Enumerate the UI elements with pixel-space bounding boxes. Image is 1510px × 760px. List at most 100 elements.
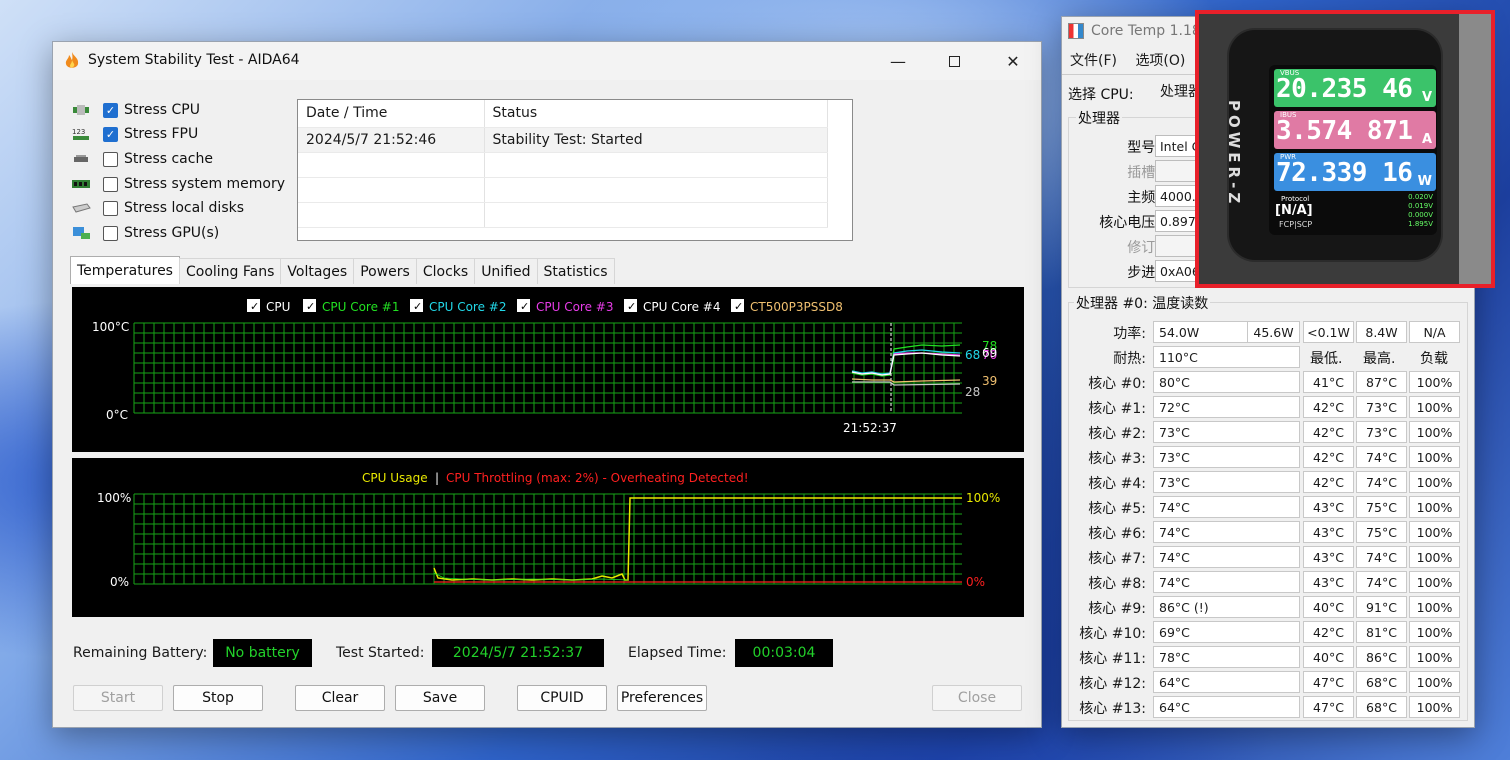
stress-disks-checkbox[interactable] (103, 200, 118, 216)
cache-chip-icon (74, 155, 88, 162)
stress-memory-checkbox[interactable] (103, 176, 118, 192)
disk-drive-icon (72, 203, 91, 213)
stress-fpu-checkbox[interactable]: ✓ (103, 126, 118, 142)
tab-voltages[interactable]: Voltages (280, 258, 355, 284)
stress-memory-label: Stress system memory (124, 176, 286, 192)
legend-core3[interactable]: ✓ CPU Core #3 (517, 299, 614, 314)
stress-memory-option[interactable]: Stress system memory (71, 173, 285, 195)
stress-fpu-option[interactable]: 123 ✓ Stress FPU (71, 123, 198, 145)
table-row (298, 202, 828, 228)
core-load: 100% (1409, 396, 1460, 418)
temp-y-max-label: 100°C (92, 320, 129, 334)
aida64-stability-window: System Stability Test - AIDA64 — ✕ ✓ Str… (52, 41, 1042, 728)
clear-button[interactable]: Clear (295, 685, 385, 711)
menu-file[interactable]: 文件(F) (1070, 53, 1117, 69)
revision-label: 修订: (1127, 240, 1160, 256)
table-row (298, 177, 828, 203)
temp-readouts: 78 68 70 69 39 28 (965, 339, 997, 399)
core-max: 86°C (1356, 646, 1407, 668)
power-uncore: <0.1W (1303, 321, 1354, 343)
coretemp-menu-bar: 文件(F) 选项(O) (1070, 50, 1199, 70)
power-cores: 45.6W (1247, 321, 1300, 343)
title-bar[interactable]: System Stability Test - AIDA64 — ✕ (53, 42, 1041, 80)
temperature-graph-svg: ✓ CPU ✓ CPU Core #1 ✓ CPU Core #2 ✓ CPU Core… (92, 299, 997, 435)
core-load: 100% (1409, 471, 1460, 493)
elapsed-time-value: 00:03:04 (735, 639, 833, 667)
core-voltage-label: 核心电压: (1099, 215, 1160, 231)
stress-cpu-option[interactable]: ✓ Stress CPU (71, 99, 200, 121)
socket-label: 插槽: (1127, 165, 1160, 181)
stress-cache-option[interactable]: Stress cache (71, 148, 213, 170)
core-temp: 80°C (1153, 371, 1300, 393)
cpu-usage-line (433, 497, 962, 581)
aida64-flame-icon (65, 52, 79, 68)
menu-options[interactable]: 选项(O) (1135, 53, 1185, 69)
protocol-sub: FCP|SCP (1279, 220, 1313, 229)
date-time-header[interactable]: Date / Time (298, 100, 485, 128)
core-temp: 73°C (1153, 446, 1300, 468)
line-voltages: 0.020V 0.019V 0.000V 1.895V (1391, 193, 1433, 229)
max-column-header: 最高. (1363, 351, 1396, 367)
stress-disks-option[interactable]: Stress local disks (71, 197, 244, 219)
stress-gpu-option[interactable]: Stress GPU(s) (71, 222, 219, 244)
table-row[interactable]: 2024/5/7 21:52:46 Stability Test: Starte… (298, 127, 828, 153)
window-title: System Stability Test - AIDA64 (88, 52, 300, 68)
cc1-voltage: 0.000V (1408, 211, 1433, 219)
core-load: 100% (1409, 696, 1460, 718)
power-z-brand: POWER-Z (1225, 100, 1243, 208)
core-load: 100% (1409, 571, 1460, 593)
core-max: 91°C (1356, 596, 1407, 618)
legend-core2[interactable]: ✓ CPU Core #2 (410, 299, 507, 314)
power-package: 54.0W (1153, 321, 1248, 343)
legend-cpu[interactable]: ✓ CPU (247, 299, 290, 314)
stress-cpu-checkbox[interactable]: ✓ (103, 102, 118, 118)
processor-group-label: 处理器 (1076, 108, 1122, 128)
close-window-button[interactable]: ✕ (990, 42, 1036, 80)
tab-statistics[interactable]: Statistics (536, 258, 615, 284)
preferences-button[interactable]: Preferences (617, 685, 707, 711)
tab-clocks[interactable]: Clocks (415, 258, 476, 284)
cpuid-button[interactable]: CPUID (517, 685, 607, 711)
stress-cache-checkbox[interactable] (103, 151, 118, 167)
tab-unified[interactable]: Unified (474, 258, 538, 284)
stress-cpu-label: Stress CPU (124, 102, 200, 118)
min-column-header: 最低. (1310, 351, 1343, 367)
minimize-button[interactable]: — (875, 42, 921, 80)
core-max: 68°C (1356, 671, 1407, 693)
stop-button[interactable]: Stop (173, 685, 263, 711)
event-log-table[interactable]: Date / Time Status 2024/5/7 21:52:46 Sta… (297, 99, 853, 241)
legend-ssd-label: CT500P3PSSD8 (750, 300, 843, 314)
readings-group-label: 处理器 #0: 温度读数 (1074, 293, 1211, 313)
legend-ssd[interactable]: ✓ CT500P3PSSD8 (731, 299, 843, 314)
photo-background (1459, 14, 1491, 284)
stress-gpu-label: Stress GPU(s) (124, 225, 220, 241)
core-label: 核心 #12: (1079, 676, 1146, 692)
legend-core4-label: CPU Core #4 (643, 300, 721, 314)
core-label: 核心 #1: (1088, 401, 1146, 417)
legend-core1[interactable]: ✓ CPU Core #1 (303, 299, 400, 314)
save-button[interactable]: Save (395, 685, 485, 711)
core-load: 100% (1409, 646, 1460, 668)
protocol-value: [N/A] (1275, 203, 1313, 218)
core-max: 75°C (1356, 496, 1407, 518)
core-max: 73°C (1356, 421, 1407, 443)
memory-module-icon (72, 180, 90, 188)
ibus-value: 3.574 871 (1276, 116, 1413, 146)
tab-cooling-fans[interactable]: Cooling Fans (178, 258, 282, 284)
test-started-value: 2024/5/7 21:52:37 (432, 639, 604, 667)
gpu-monitor-icon (73, 227, 90, 239)
log-date-cell: 2024/5/7 21:52:46 (298, 127, 485, 153)
legend-core3-label: CPU Core #3 (536, 300, 614, 314)
start-button[interactable]: Start (73, 685, 163, 711)
core-temp: 74°C (1153, 571, 1300, 593)
maximize-button[interactable] (931, 42, 977, 80)
close-button[interactable]: Close (932, 685, 1022, 711)
tab-temperatures[interactable]: Temperatures (70, 256, 180, 284)
vbus-value: 20.235 46 (1276, 74, 1413, 104)
elapsed-time-label: Elapsed Time: (628, 645, 727, 661)
tab-powers[interactable]: Powers (353, 258, 417, 284)
core-max: 81°C (1356, 621, 1407, 643)
status-header[interactable]: Status (484, 100, 828, 128)
legend-core4[interactable]: ✓ CPU Core #4 (624, 299, 721, 314)
stress-gpu-checkbox[interactable] (103, 225, 118, 241)
